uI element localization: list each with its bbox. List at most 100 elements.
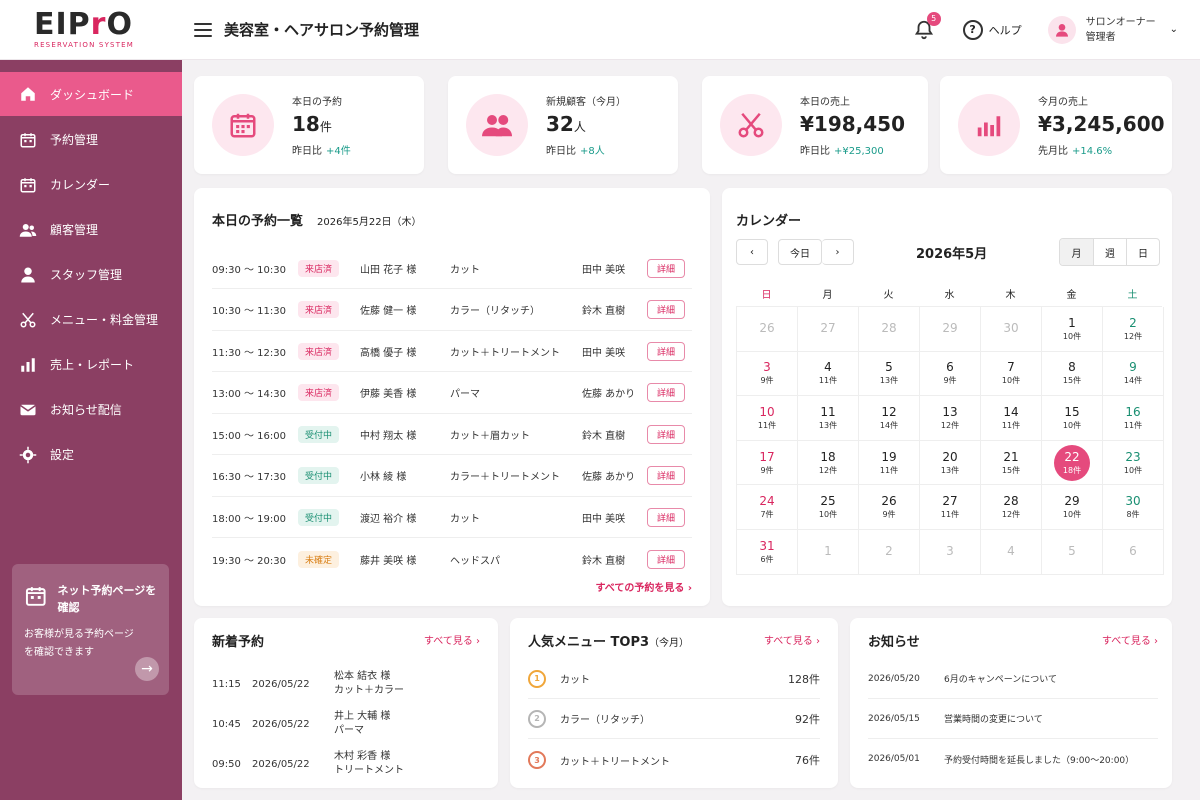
- calendar-day-number: 27: [820, 321, 836, 336]
- notice-item[interactable]: 2026/05/20 6月のキャンペーンについて: [868, 659, 1158, 699]
- calendar-day-cell[interactable]: 19 11件: [859, 440, 920, 486]
- detail-button[interactable]: 詳細: [647, 424, 686, 444]
- chevron-right-icon[interactable]: ›: [822, 239, 854, 265]
- view-day-button[interactable]: 日: [1126, 239, 1159, 265]
- calendar-day-cell[interactable]: 2: [859, 529, 920, 575]
- calendar-day-cell[interactable]: 2 12件: [1103, 307, 1164, 352]
- list-item[interactable]: 11:15 2026/05/22 松本 結衣 様カット＋カラー: [212, 670, 482, 698]
- detail-button[interactable]: 詳細: [647, 507, 686, 527]
- calendar-day-cell[interactable]: 9 14件: [1103, 351, 1164, 397]
- calendar-day-cell[interactable]: 23 10件: [1103, 440, 1164, 486]
- calendar-day-cell[interactable]: 22 18件: [1042, 440, 1103, 486]
- sidebar-item-1[interactable]: 予約管理: [0, 117, 182, 162]
- list-item[interactable]: 09:50 2026/05/22 木村 彩香 様トリートメント: [212, 750, 482, 778]
- customer-name: 小林 綾 様: [360, 472, 407, 483]
- stat-unit: 人: [573, 120, 586, 134]
- sidebar-item-2[interactable]: カレンダー: [0, 162, 182, 207]
- reservation-page-promo[interactable]: ネット予約ページを確認 お客様が見る予約ページを確認できます →: [12, 564, 169, 695]
- sidebar-item-8[interactable]: 設定: [0, 432, 182, 477]
- calendar-day-cell[interactable]: 28 12件: [981, 485, 1042, 530]
- gear-icon: [18, 445, 38, 465]
- calendar-day-number: 15: [1064, 404, 1080, 419]
- sidebar-item-6[interactable]: 売上・レポート: [0, 342, 182, 387]
- calendar-day-cell[interactable]: 11 13件: [798, 396, 859, 441]
- calendar-day-cell[interactable]: 31 6件: [737, 529, 798, 575]
- calendar-day-cell[interactable]: 6: [1103, 529, 1164, 575]
- chevron-left-icon[interactable]: ‹: [736, 239, 768, 265]
- detail-button[interactable]: 詳細: [647, 383, 686, 402]
- new-reservation-name: 木村 彩香 様: [334, 751, 391, 762]
- logo[interactable]: EIPrO RESERVATION SYSTEM: [0, 7, 180, 50]
- calendar-day-cell[interactable]: 3 9件: [737, 351, 798, 397]
- calendar-day-cell[interactable]: 25 10件: [798, 485, 859, 530]
- calendar-day-cell[interactable]: 30 8件: [1103, 485, 1164, 530]
- chevron-down-icon[interactable]: ⌄: [1170, 24, 1178, 35]
- calendar-day-cell[interactable]: 3: [920, 529, 981, 575]
- detail-button[interactable]: 詳細: [647, 466, 686, 485]
- calendar-day-cell[interactable]: 13 12件: [920, 396, 981, 441]
- calendar-day-cell[interactable]: 4: [981, 529, 1042, 575]
- calendar-day-cell[interactable]: 8 15件: [1042, 351, 1103, 397]
- view-month-button[interactable]: 月: [1060, 239, 1093, 265]
- calendar-day-cell[interactable]: 5: [1042, 529, 1103, 575]
- detail-button[interactable]: 詳細: [647, 341, 686, 361]
- list-item[interactable]: 3 カット＋トリートメント 76件: [528, 750, 820, 770]
- sidebar-item-0[interactable]: ダッシュボード: [0, 72, 182, 116]
- calendar-day-cell[interactable]: 30: [981, 307, 1042, 352]
- calendar-day-cell[interactable]: 12 14件: [859, 396, 920, 441]
- calendar-day-cell[interactable]: 29: [920, 307, 981, 352]
- arrow-right-icon[interactable]: →: [135, 657, 159, 681]
- calendar-day-cell[interactable]: 10 11件: [737, 396, 798, 441]
- calendar-day-cell[interactable]: 16 11件: [1103, 396, 1164, 441]
- see-all-new-link[interactable]: すべて見る ›: [424, 632, 480, 647]
- notice-item[interactable]: 2026/05/15 営業時間の変更について: [868, 699, 1158, 739]
- calendar-day-cell[interactable]: 1 10件: [1042, 307, 1103, 352]
- today-button[interactable]: 今日: [778, 239, 822, 265]
- calendar-day-cell[interactable]: 1: [798, 529, 859, 575]
- detail-button[interactable]: 詳細: [647, 300, 686, 319]
- calendar-day-cell[interactable]: 14 11件: [981, 396, 1042, 441]
- notices-card: お知らせ すべて見る › 2026/05/20 6月のキャンペーンについて 2026…: [850, 618, 1172, 788]
- see-all-menu-link[interactable]: すべて見る ›: [764, 632, 820, 647]
- calendar-day-cell[interactable]: 6 9件: [920, 351, 981, 397]
- calendar-day-cell[interactable]: 26: [737, 307, 798, 352]
- sidebar-item-label: お知らせ配信: [50, 403, 122, 417]
- detail-button[interactable]: 詳細: [647, 549, 686, 569]
- users-icon: [18, 220, 38, 240]
- see-all-notices-link[interactable]: すべて見る ›: [1102, 632, 1158, 647]
- new-reservations-title: 新着予約: [212, 635, 265, 650]
- hamburger-menu-icon[interactable]: [194, 22, 212, 37]
- calendar-day-cell[interactable]: 5 13件: [859, 351, 920, 397]
- calendar-day-cell[interactable]: 27: [798, 307, 859, 352]
- sidebar-item-5[interactable]: メニュー・料金管理: [0, 297, 182, 342]
- calendar-day-cell[interactable]: 21 15件: [981, 440, 1042, 486]
- notice-item[interactable]: 2026/05/01 予約受付時間を延長しました（9:00〜20:00）: [868, 739, 1158, 779]
- user-menu[interactable]: サロンオーナー 管理者 ⌄: [1047, 15, 1178, 45]
- calendar-day-cell[interactable]: 7 10件: [981, 351, 1042, 397]
- calendar-day-cell[interactable]: 28: [859, 307, 920, 352]
- list-item[interactable]: 2 カラー（リタッチ） 92件: [528, 699, 820, 739]
- see-all-reservations-link[interactable]: すべての予約を見る ›: [595, 579, 692, 594]
- calendar-day-cell[interactable]: 15 10件: [1042, 396, 1103, 441]
- calendar-day-cell[interactable]: 27 11件: [920, 485, 981, 530]
- calendar-day-cell[interactable]: 24 7件: [737, 485, 798, 530]
- logo-text-b: r: [90, 7, 107, 42]
- view-week-button[interactable]: 週: [1093, 239, 1126, 265]
- calendar-day-cell[interactable]: 4 11件: [798, 351, 859, 397]
- sidebar-item-7[interactable]: お知らせ配信: [0, 387, 182, 432]
- calendar-day-cell[interactable]: 20 13件: [920, 440, 981, 486]
- help-button[interactable]: ? ヘルプ: [962, 19, 1022, 40]
- sidebar-item-4[interactable]: スタッフ管理: [0, 252, 182, 297]
- calendar-day-cell[interactable]: 17 9件: [737, 440, 798, 486]
- reservation-time: 19:30 ～ 20:30: [212, 555, 286, 567]
- list-item[interactable]: 1 カット 128件: [528, 659, 820, 699]
- calendar-day-cell[interactable]: 26 9件: [859, 485, 920, 530]
- calendar-day-cell[interactable]: 29 10件: [1042, 485, 1103, 530]
- detail-button[interactable]: 詳細: [647, 258, 686, 278]
- calendar-day-cell[interactable]: 18 12件: [798, 440, 859, 486]
- bell-icon[interactable]: 5: [913, 11, 941, 41]
- calendar-day-number: 26: [881, 494, 897, 509]
- sidebar-item-3[interactable]: 顧客管理: [0, 207, 182, 252]
- staff-name: 田中 美咲: [582, 513, 626, 525]
- list-item[interactable]: 10:45 2026/05/22 井上 大輔 様パーマ: [212, 710, 482, 738]
